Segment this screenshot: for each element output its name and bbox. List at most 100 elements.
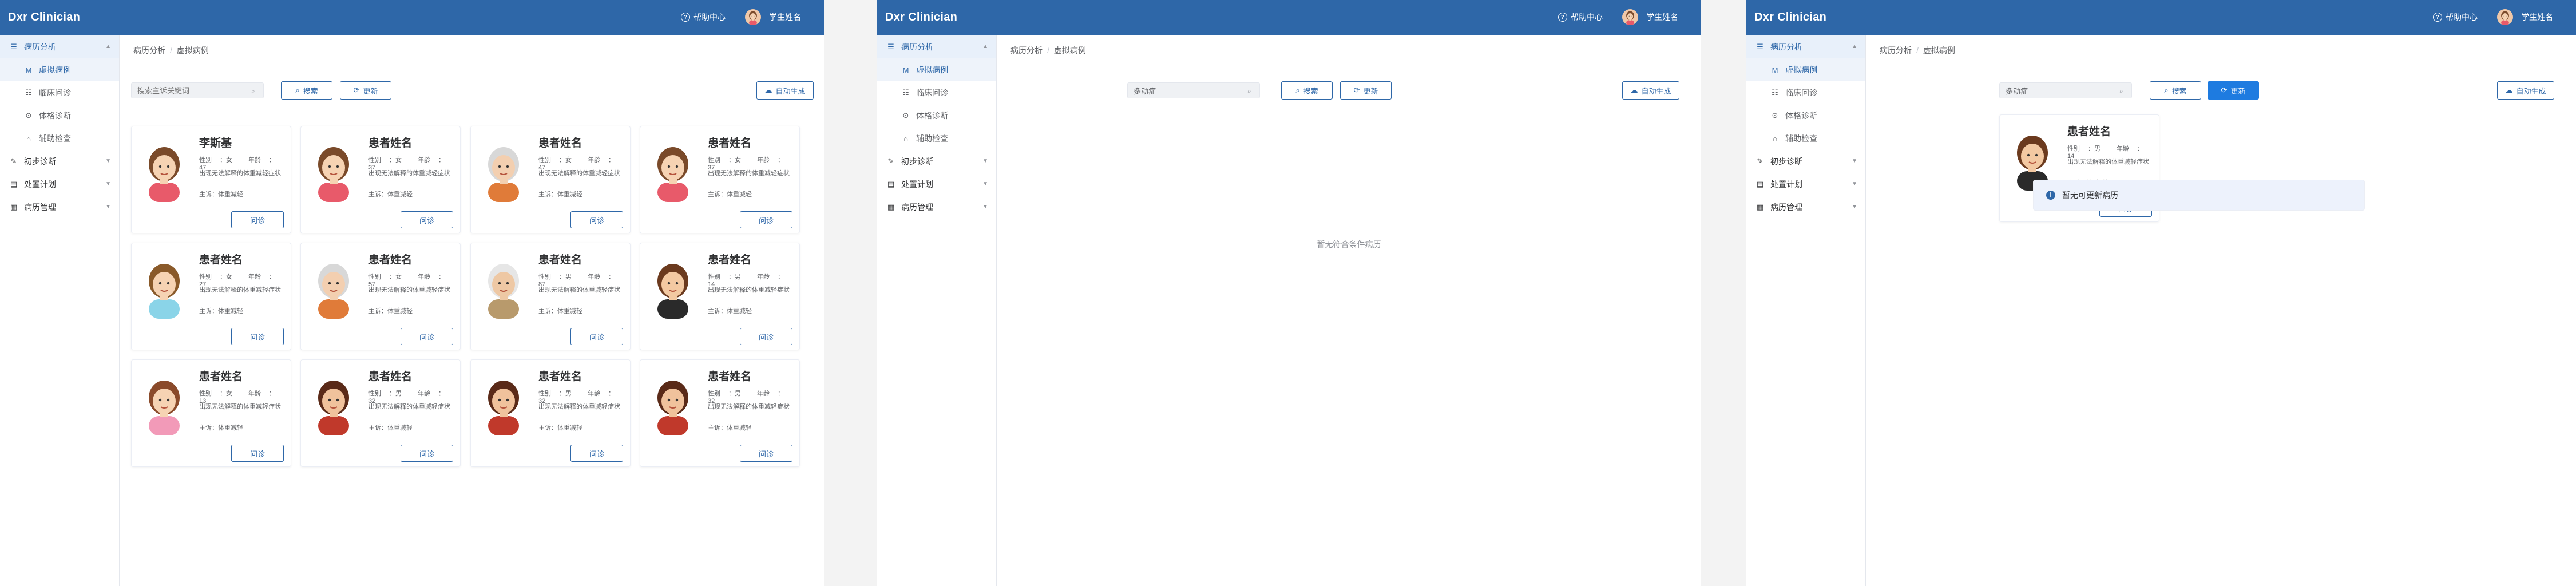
breadcrumb-item[interactable]: 病历分析 [133,46,165,55]
refresh-button[interactable]: ⟳ 更新 [340,81,391,100]
screen-empty-result: Dxr Clinician ? 帮助中心 学生姓名 ☰ 病历分析 ▲ M 虚拟病例 ☷ 临床问诊 ⊙ 体… [877,0,1701,586]
inquiry-button[interactable]: 问诊 [740,328,792,345]
info-toast: i 暂无可更新病历 [2033,180,2365,211]
menu-initial-diagnosis[interactable]: ✎ 初步诊断 ▼ [0,150,119,173]
menu-clinical-inquiry[interactable]: ☷ 临床问诊 [1746,81,1865,104]
menu-case-analysis[interactable]: ☰ 病历分析 ▲ [877,35,996,58]
auto-generate-button[interactable]: ☁ 自动生成 [2497,81,2554,100]
patient-card: 患者姓名 性别 ：男 年龄 ：32 出现无法解释的体重减轻症状 主诉：体重减轻 问诊 [470,359,631,467]
menu-treatment-plan[interactable]: ▤ 处置计划 ▼ [877,173,996,196]
search-input[interactable] [1127,82,1260,98]
help-label: 帮助中心 [2446,13,2478,22]
chevron-icon: ▼ [1852,181,1857,187]
inquiry-button[interactable]: 问诊 [231,211,284,228]
patient-avatar [478,256,529,319]
menu-virtual-case[interactable]: M 虚拟病例 [1746,58,1865,81]
menu-label: 病历分析 [24,42,56,52]
menu-clinical-inquiry[interactable]: ☷ 临床问诊 [0,81,119,104]
search-input[interactable] [1999,82,2132,98]
menu-virtual-case[interactable]: M 虚拟病例 [0,58,119,81]
menu-physical-exam[interactable]: ⊙ 体格诊断 [0,104,119,127]
menu-physical-exam[interactable]: ⊙ 体格诊断 [1746,104,1865,127]
inquiry-button[interactable]: 问诊 [401,445,453,462]
menu-label: 辅助检查 [39,134,71,143]
patient-gender: 男 [395,390,402,397]
avatar [2497,9,2513,25]
chief-complaint: 主诉：体重减轻 [199,308,243,315]
chevron-icon: ▼ [105,158,111,164]
inquiry-button[interactable]: 问诊 [231,445,284,462]
menu-case-analysis[interactable]: ☰ 病历分析 ▲ [1746,35,1865,58]
screen-case-list: Dxr Clinician? 帮助中心 学生姓名 ☰ 病历分析 ▲ M 虚拟病例 ☷ 临床问诊 ⊙ 体… [0,0,824,586]
user-menu[interactable]: 学生姓名 [1622,9,1678,25]
menu-ward-management[interactable]: ▦ 病历管理 ▼ [1746,196,1865,219]
auto-generate-button[interactable]: ☁ 自动生成 [756,81,814,100]
clipboard-icon: ☰ [887,42,894,51]
search-button[interactable]: ⌕ 搜索 [2150,81,2201,100]
avatar [1622,9,1638,25]
menu-aux-exam[interactable]: ⌂ 辅助检查 [877,127,996,150]
stethoscope-icon: ⊙ [1772,111,1778,120]
patient-name: 患者姓名 [538,371,582,383]
patient-gender: 男 [2094,145,2101,152]
user-name: 学生姓名 [769,13,801,22]
lab-icon: ⌂ [903,134,908,143]
refresh-button[interactable]: ⟳ 更新 [2208,81,2259,100]
inquiry-button[interactable]: 问诊 [231,328,284,345]
menu-initial-diagnosis[interactable]: ✎ 初步诊断 ▼ [877,150,996,173]
inquiry-button[interactable]: 问诊 [740,211,792,228]
chief-complaint: 主诉：体重减轻 [708,191,752,198]
patient-gender: 女 [226,390,232,397]
menu-ward-management[interactable]: ▦ 病历管理 ▼ [877,196,996,219]
menu-label: 辅助检查 [916,134,948,143]
menu-ward-management[interactable]: ▦ 病历管理 ▼ [0,196,119,219]
chief-complaint: 主诉：体重减轻 [368,191,413,198]
patient-card: 患者姓名性别：男年龄：14出现无法解释的体重减轻症状主诉：体重减轻问诊 [640,243,800,350]
patient-gender: 女 [226,274,232,280]
inquiry-button[interactable]: 问诊 [401,211,453,228]
menu-treatment-plan[interactable]: ▤ 处置计划 ▼ [0,173,119,196]
breadcrumb: 病历分析 / 虚拟病例 [1010,46,1086,55]
refresh-button[interactable]: ⟳ 更新 [1340,81,1392,100]
diagnosis-icon: ✎ [1757,157,1763,165]
main-content: 病历分析/虚拟病例⌕⌕搜索⟳更新☁自动生成李斯基性别：女年龄：47出现无法解释的… [120,35,824,586]
menu-label: 体格诊断 [1785,111,1817,120]
menu-case-analysis[interactable]: ☰ 病历分析 ▲ [0,35,119,58]
patient-description: 出现无法解释的体重减轻症状 [199,403,281,410]
patient-avatar [308,139,359,202]
menu-virtual-case[interactable]: M 虚拟病例 [877,58,996,81]
inquiry-button[interactable]: 问诊 [570,445,623,462]
menu-initial-diagnosis[interactable]: ✎ 初步诊断 ▼ [1746,150,1865,173]
patient-gender: 男 [565,390,572,397]
brand-logo: Dxr Clinician [885,11,958,23]
menu-label: 病历管理 [24,203,56,212]
breadcrumb-item: 虚拟病例 [1053,46,1086,55]
menu-aux-exam[interactable]: ⌂ 辅助检查 [1746,127,1865,150]
patient-card: 患者姓名 性别 ：女 年龄 ：37 出现无法解释的体重减轻症状 主诉：体重减轻 问诊 [300,126,461,233]
chevron-icon: ▼ [982,204,988,210]
inquiry-button[interactable]: 问诊 [570,211,623,228]
menu-clinical-inquiry[interactable]: ☷ 临床问诊 [877,81,996,104]
search-button[interactable]: ⌕ 搜索 [281,81,332,100]
patient-card: 患者姓名 性别 ：男 年龄 ：32 出现无法解释的体重减轻症状 主诉：体重减轻 问诊 [300,359,461,467]
menu-aux-exam[interactable]: ⌂ 辅助检查 [0,127,119,150]
inquiry-button[interactable]: 问诊 [740,445,792,462]
user-menu[interactable]: 学生姓名 [745,9,801,25]
inquiry-button[interactable]: 问诊 [401,328,453,345]
breadcrumb-item[interactable]: 病历分析 [1010,46,1043,55]
search-button[interactable]: ⌕ 搜索 [1281,81,1333,100]
auto-generate-button[interactable]: ☁ 自动生成 [1622,81,1679,100]
menu-physical-exam[interactable]: ⊙ 体格诊断 [877,104,996,127]
search-input[interactable] [131,82,264,98]
menu-label: 临床问诊 [1785,88,1817,97]
breadcrumb-item[interactable]: 病历分析 [1880,46,1912,55]
records-icon: ▦ [887,203,895,211]
menu-treatment-plan[interactable]: ▤ 处置计划 ▼ [1746,173,1865,196]
menu-label: 虚拟病例 [39,65,71,74]
inquiry-button[interactable]: 问诊 [570,328,623,345]
help-center-link[interactable]: ? 帮助中心 [2433,11,2478,23]
help-center-link[interactable]: ? 帮助中心 [1558,11,1603,23]
help-center-link[interactable]: ? 帮助中心 [681,11,726,23]
chief-complaint: 主诉：体重减轻 [368,425,413,431]
user-menu[interactable]: 学生姓名 [2497,9,2553,25]
